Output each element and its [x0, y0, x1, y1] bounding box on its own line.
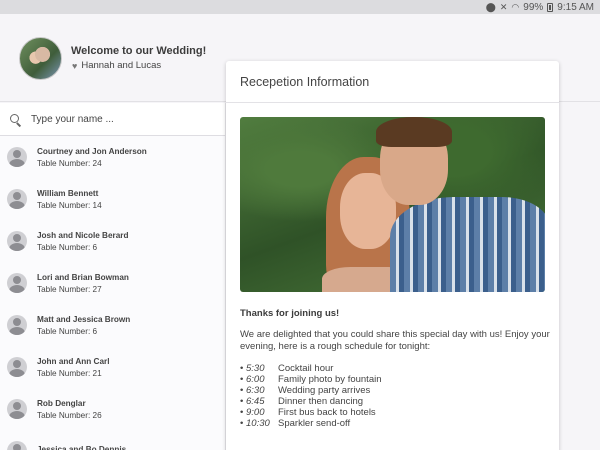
schedule-item: • 6:00 Family photo by fountain: [240, 374, 382, 385]
guest-row[interactable]: Matt and Jessica Brown Table Number: 6: [0, 304, 225, 346]
schedule-event: Sparkler send-off: [278, 418, 351, 429]
guest-info: Matt and Jessica Brown Table Number: 6: [37, 315, 130, 336]
schedule-event: Cocktail hour: [278, 363, 334, 374]
schedule-event: First bus back to hotels: [278, 407, 376, 418]
search-bar: [0, 103, 225, 136]
schedule-time: 5:30: [246, 363, 265, 374]
guest-info: John and Ann Carl Table Number: 21: [37, 357, 109, 378]
card-title: Recepetion Information: [226, 61, 559, 103]
person-avatar-icon: [7, 273, 27, 293]
guest-info: Rob Denglar Table Number: 26: [37, 399, 102, 420]
schedule-item: • 5:30 Cocktail hour: [240, 363, 382, 374]
schedule-event: Dinner then dancing: [278, 396, 364, 407]
status-bar: ⬤ ✕ ◠ 99% 9:15 AM: [0, 0, 600, 14]
guest-row[interactable]: Courtney and Jon Anderson Table Number: 2…: [0, 136, 225, 178]
guest-table-number: Table Number: 6: [37, 326, 98, 336]
guest-info: Josh and Nicole Berard Table Number: 6: [37, 231, 128, 252]
couple-names-row: ♥ Hannah and Lucas: [72, 60, 161, 71]
person-avatar-icon: [7, 147, 27, 167]
person-avatar-icon: [7, 399, 27, 419]
guest-row[interactable]: Jessica and Bo Dennis: [0, 430, 225, 450]
schedule-time: 10:30: [246, 418, 270, 429]
guest-list: Courtney and Jon Anderson Table Number: 2…: [0, 136, 225, 450]
clock: 9:15 AM: [557, 1, 594, 13]
welcome-title: Welcome to our Wedding!: [71, 45, 207, 57]
schedule-time: 6:00: [246, 374, 265, 385]
schedule-time: 9:00: [246, 407, 265, 418]
location-icon: ⬤: [485, 1, 496, 12]
schedule-time: 6:45: [246, 396, 265, 407]
schedule-list: • 5:30 Cocktail hour • 6:00 Family photo by f…: [240, 363, 382, 429]
guest-list-panel: Courtney and Jon Anderson Table Number: 2…: [0, 103, 226, 450]
guest-name: Lori and Brian Bowman: [37, 272, 129, 282]
schedule-item: • 6:30 Wedding party arrives: [240, 385, 382, 396]
couple-names: Hannah and Lucas: [81, 60, 162, 71]
guest-name: Josh and Nicole Berard: [37, 230, 129, 240]
person-avatar-icon: [7, 189, 27, 209]
guest-info: Courtney and Jon Anderson Table Number: 2…: [37, 147, 147, 168]
search-input[interactable]: [31, 113, 201, 125]
battery-level: 99%: [523, 1, 544, 13]
guest-table-number: Table Number: 14: [37, 200, 102, 210]
person-avatar-icon: [7, 357, 27, 377]
person-avatar-icon: [7, 231, 27, 251]
couple-photo: [240, 117, 545, 292]
guest-row[interactable]: Josh and Nicole Berard Table Number: 6: [0, 220, 225, 262]
guest-table-number: Table Number: 21: [37, 368, 102, 378]
guest-name: John and Ann Carl: [37, 356, 110, 366]
battery-icon: [547, 2, 554, 12]
person-avatar-icon: [7, 441, 27, 450]
guest-name: Rob Denglar: [37, 398, 86, 408]
guest-name: Matt and Jessica Brown: [37, 314, 131, 324]
schedule-item: • 6:45 Dinner then dancing: [240, 396, 382, 407]
guest-info: Lori and Brian Bowman Table Number: 27: [37, 273, 129, 294]
wifi-icon: ◠: [511, 1, 520, 12]
guest-table-number: Table Number: 26: [37, 410, 102, 420]
guest-name: Jessica and Bo Dennis: [37, 445, 127, 450]
guest-info: William Bennett Table Number: 14: [37, 189, 102, 210]
guest-table-number: Table Number: 27: [37, 284, 102, 294]
guest-row[interactable]: Rob Denglar Table Number: 26: [0, 388, 225, 430]
couple-avatar: [19, 37, 62, 80]
reception-card: Recepetion Information Thanks for joinin…: [226, 61, 559, 450]
guest-table-number: Table Number: 24: [37, 158, 102, 168]
heart-icon: ♥: [72, 60, 78, 71]
guest-name: Courtney and Jon Anderson: [37, 146, 147, 156]
intro-text: We are delighted that you could share th…: [240, 329, 550, 352]
schedule-item: • 10:30 Sparkler send-off: [240, 418, 382, 429]
guest-info: Jessica and Bo Dennis: [37, 445, 126, 450]
guest-row[interactable]: Lori and Brian Bowman Table Number: 27: [0, 262, 225, 304]
thanks-heading: Thanks for joining us!: [240, 308, 340, 319]
guest-name: William Bennett: [37, 188, 99, 198]
schedule-event: Wedding party arrives: [278, 385, 371, 396]
guest-table-number: Table Number: 6: [37, 242, 98, 252]
person-avatar-icon: [7, 315, 27, 335]
schedule-time: 6:30: [246, 385, 265, 396]
guest-row[interactable]: John and Ann Carl Table Number: 21: [0, 346, 225, 388]
guest-row[interactable]: William Bennett Table Number: 14: [0, 178, 225, 220]
search-icon: [10, 113, 21, 125]
schedule-item: • 9:00 First bus back to hotels: [240, 407, 382, 418]
schedule-event: Family photo by fountain: [278, 374, 382, 385]
mute-icon: ✕: [499, 1, 508, 12]
